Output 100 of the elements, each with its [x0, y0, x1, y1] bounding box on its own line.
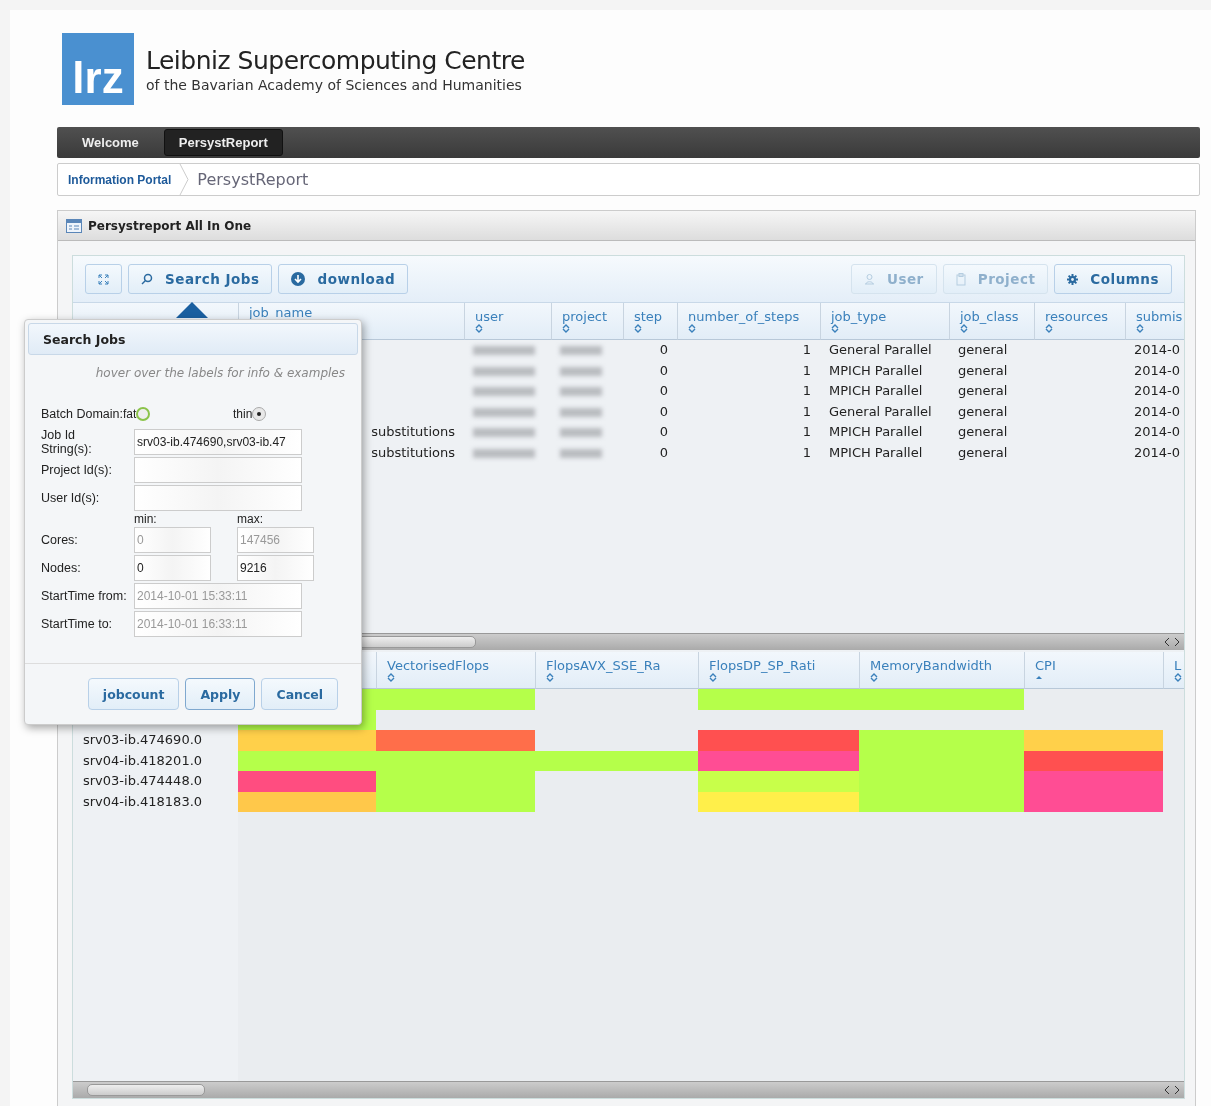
table-cell-text: 1 — [801, 341, 812, 359]
field-label: max: — [237, 512, 263, 526]
toolbar-button[interactable]: Columns — [1054, 264, 1172, 294]
popup-title: Search Jobs — [28, 323, 358, 355]
radio-label[interactable]: thin — [233, 407, 253, 421]
table-cell-text: 2014-0 — [1133, 423, 1182, 441]
logo-title: Leibniz Supercomputing Centre — [146, 45, 525, 75]
form-icon — [66, 218, 82, 233]
sort-icon — [870, 673, 878, 682]
logo-mark: lrz — [62, 33, 134, 105]
field-label: Cores: — [41, 533, 79, 547]
popup-button[interactable]: jobcount — [87, 678, 180, 710]
table-cell-text: General Parallel — [828, 402, 933, 421]
download-icon — [291, 272, 306, 286]
toolbar-button[interactable]: download — [278, 264, 409, 294]
column-header[interactable]: project — [551, 303, 623, 340]
toolbar-button[interactable]: Search Jobs — [128, 264, 273, 294]
table-cell-text: general — [957, 361, 1009, 380]
nav-tab[interactable]: Welcome — [67, 129, 154, 156]
column-header[interactable]: VectorisedFlops — [376, 652, 535, 689]
table-cell-text: 0 — [658, 443, 669, 462]
table-cell-text: general — [957, 443, 1009, 462]
sort-icon — [831, 324, 839, 333]
table-cell-text: general — [957, 341, 1009, 359]
radio-button[interactable] — [252, 407, 267, 421]
table-cell-text: general — [957, 423, 1009, 441]
popup-button[interactable]: Apply — [185, 678, 256, 710]
row-label: srv03-ib.474448.0 — [82, 772, 204, 790]
field-label: Job Id String(s): — [41, 428, 93, 456]
expand-button[interactable] — [85, 264, 122, 294]
table-cell-text: 2014-0 — [1133, 341, 1182, 359]
sort-icon — [688, 324, 696, 333]
input-field[interactable] — [134, 457, 302, 483]
radio-label[interactable]: fat — [123, 407, 137, 421]
sort-icon — [960, 324, 968, 333]
field-label: Batch Domain: — [41, 407, 123, 421]
redacted-text — [473, 346, 535, 355]
table-cell-text: 2014-0 — [1133, 361, 1182, 380]
table-cell-text: 0 — [658, 423, 669, 441]
table-cell-text: 2014-0 — [1133, 402, 1182, 421]
column-header[interactable]: resources — [1034, 303, 1125, 340]
input-field[interactable]: 147456 — [237, 527, 314, 553]
field-label: Project Id(s): — [41, 463, 113, 477]
nav-tab[interactable]: PersystReport — [163, 129, 283, 156]
scrollbar-thumb[interactable] — [87, 1084, 205, 1096]
field-label: Nodes: — [41, 561, 82, 575]
column-header[interactable]: job_type — [820, 303, 949, 340]
input-field[interactable]: srv03-ib.474690,srv03-ib.47 — [134, 429, 302, 455]
column-header[interactable]: job_class — [949, 303, 1034, 340]
input-field[interactable]: 0 — [134, 527, 211, 553]
row-label: srv03-ib.474690.0 — [82, 731, 204, 749]
redacted-text — [473, 448, 535, 458]
redacted-text — [560, 407, 602, 417]
row-label: srv04-ib.418201.0 — [82, 751, 204, 770]
column-header[interactable]: submis — [1125, 303, 1184, 340]
logo-subtitle: of the Bavarian Academy of Sciences and Humanities — [146, 76, 523, 93]
table-cell-text: 0 — [658, 341, 669, 359]
input-field[interactable]: 9216 — [237, 555, 314, 581]
input-field[interactable]: 0 — [134, 555, 211, 581]
column-header[interactable]: FlopsAVX_SSE_Ra — [535, 652, 698, 689]
input-field[interactable]: 2014-10-01 15:33:11 — [134, 583, 302, 609]
breadcrumb-link[interactable]: Information Portal — [58, 172, 180, 187]
column-header[interactable]: number_of_steps — [677, 303, 820, 340]
redacted-text — [473, 387, 535, 396]
popup-button[interactable]: Cancel — [261, 678, 339, 710]
table-cell-text: MPICH Parallel — [828, 443, 924, 462]
expand-icon — [98, 273, 109, 285]
table-cell-text: 1 — [801, 423, 812, 441]
column-header[interactable]: user — [464, 303, 551, 340]
field-label: StartTime from: — [41, 589, 128, 603]
input-field[interactable] — [134, 485, 302, 511]
table-cell-text: 1 — [801, 382, 812, 400]
redacted-text — [560, 428, 602, 437]
table-cell-text: 0 — [658, 361, 669, 380]
sort-icon — [1174, 673, 1182, 682]
table-cell-text: general — [957, 402, 1009, 421]
column-header[interactable]: step — [623, 303, 677, 340]
redacted-text — [560, 387, 602, 396]
column-header[interactable]: CPI — [1024, 652, 1163, 689]
column-header[interactable]: FlopsDP_SP_Rati — [698, 652, 859, 689]
gear-icon — [1067, 273, 1079, 285]
redacted-text — [473, 428, 535, 437]
table-cell-text: MPICH Parallel — [828, 382, 924, 400]
table-cell-text: General Parallel — [828, 341, 933, 359]
table-cell-text: general — [957, 382, 1009, 400]
table-cell-text: 1 — [801, 402, 812, 421]
sort-icon — [1045, 324, 1053, 333]
radio-button[interactable] — [136, 407, 151, 421]
column-header[interactable]: L — [1163, 652, 1184, 689]
sort-icon — [562, 324, 570, 333]
field-label: User Id(s): — [41, 491, 101, 505]
clipboard-icon — [955, 272, 966, 286]
table-cell-text: 1 — [801, 443, 812, 462]
table-cell-text: MPICH Parallel — [828, 423, 924, 441]
table-cell-text: 2014-0 — [1133, 382, 1182, 400]
table-cell-text: 2014-0 — [1133, 443, 1182, 462]
input-field[interactable]: 2014-10-01 16:33:11 — [134, 611, 302, 637]
search-icon — [141, 273, 153, 285]
column-header[interactable]: MemoryBandwidth — [859, 652, 1024, 689]
sort-icon — [1136, 324, 1144, 333]
